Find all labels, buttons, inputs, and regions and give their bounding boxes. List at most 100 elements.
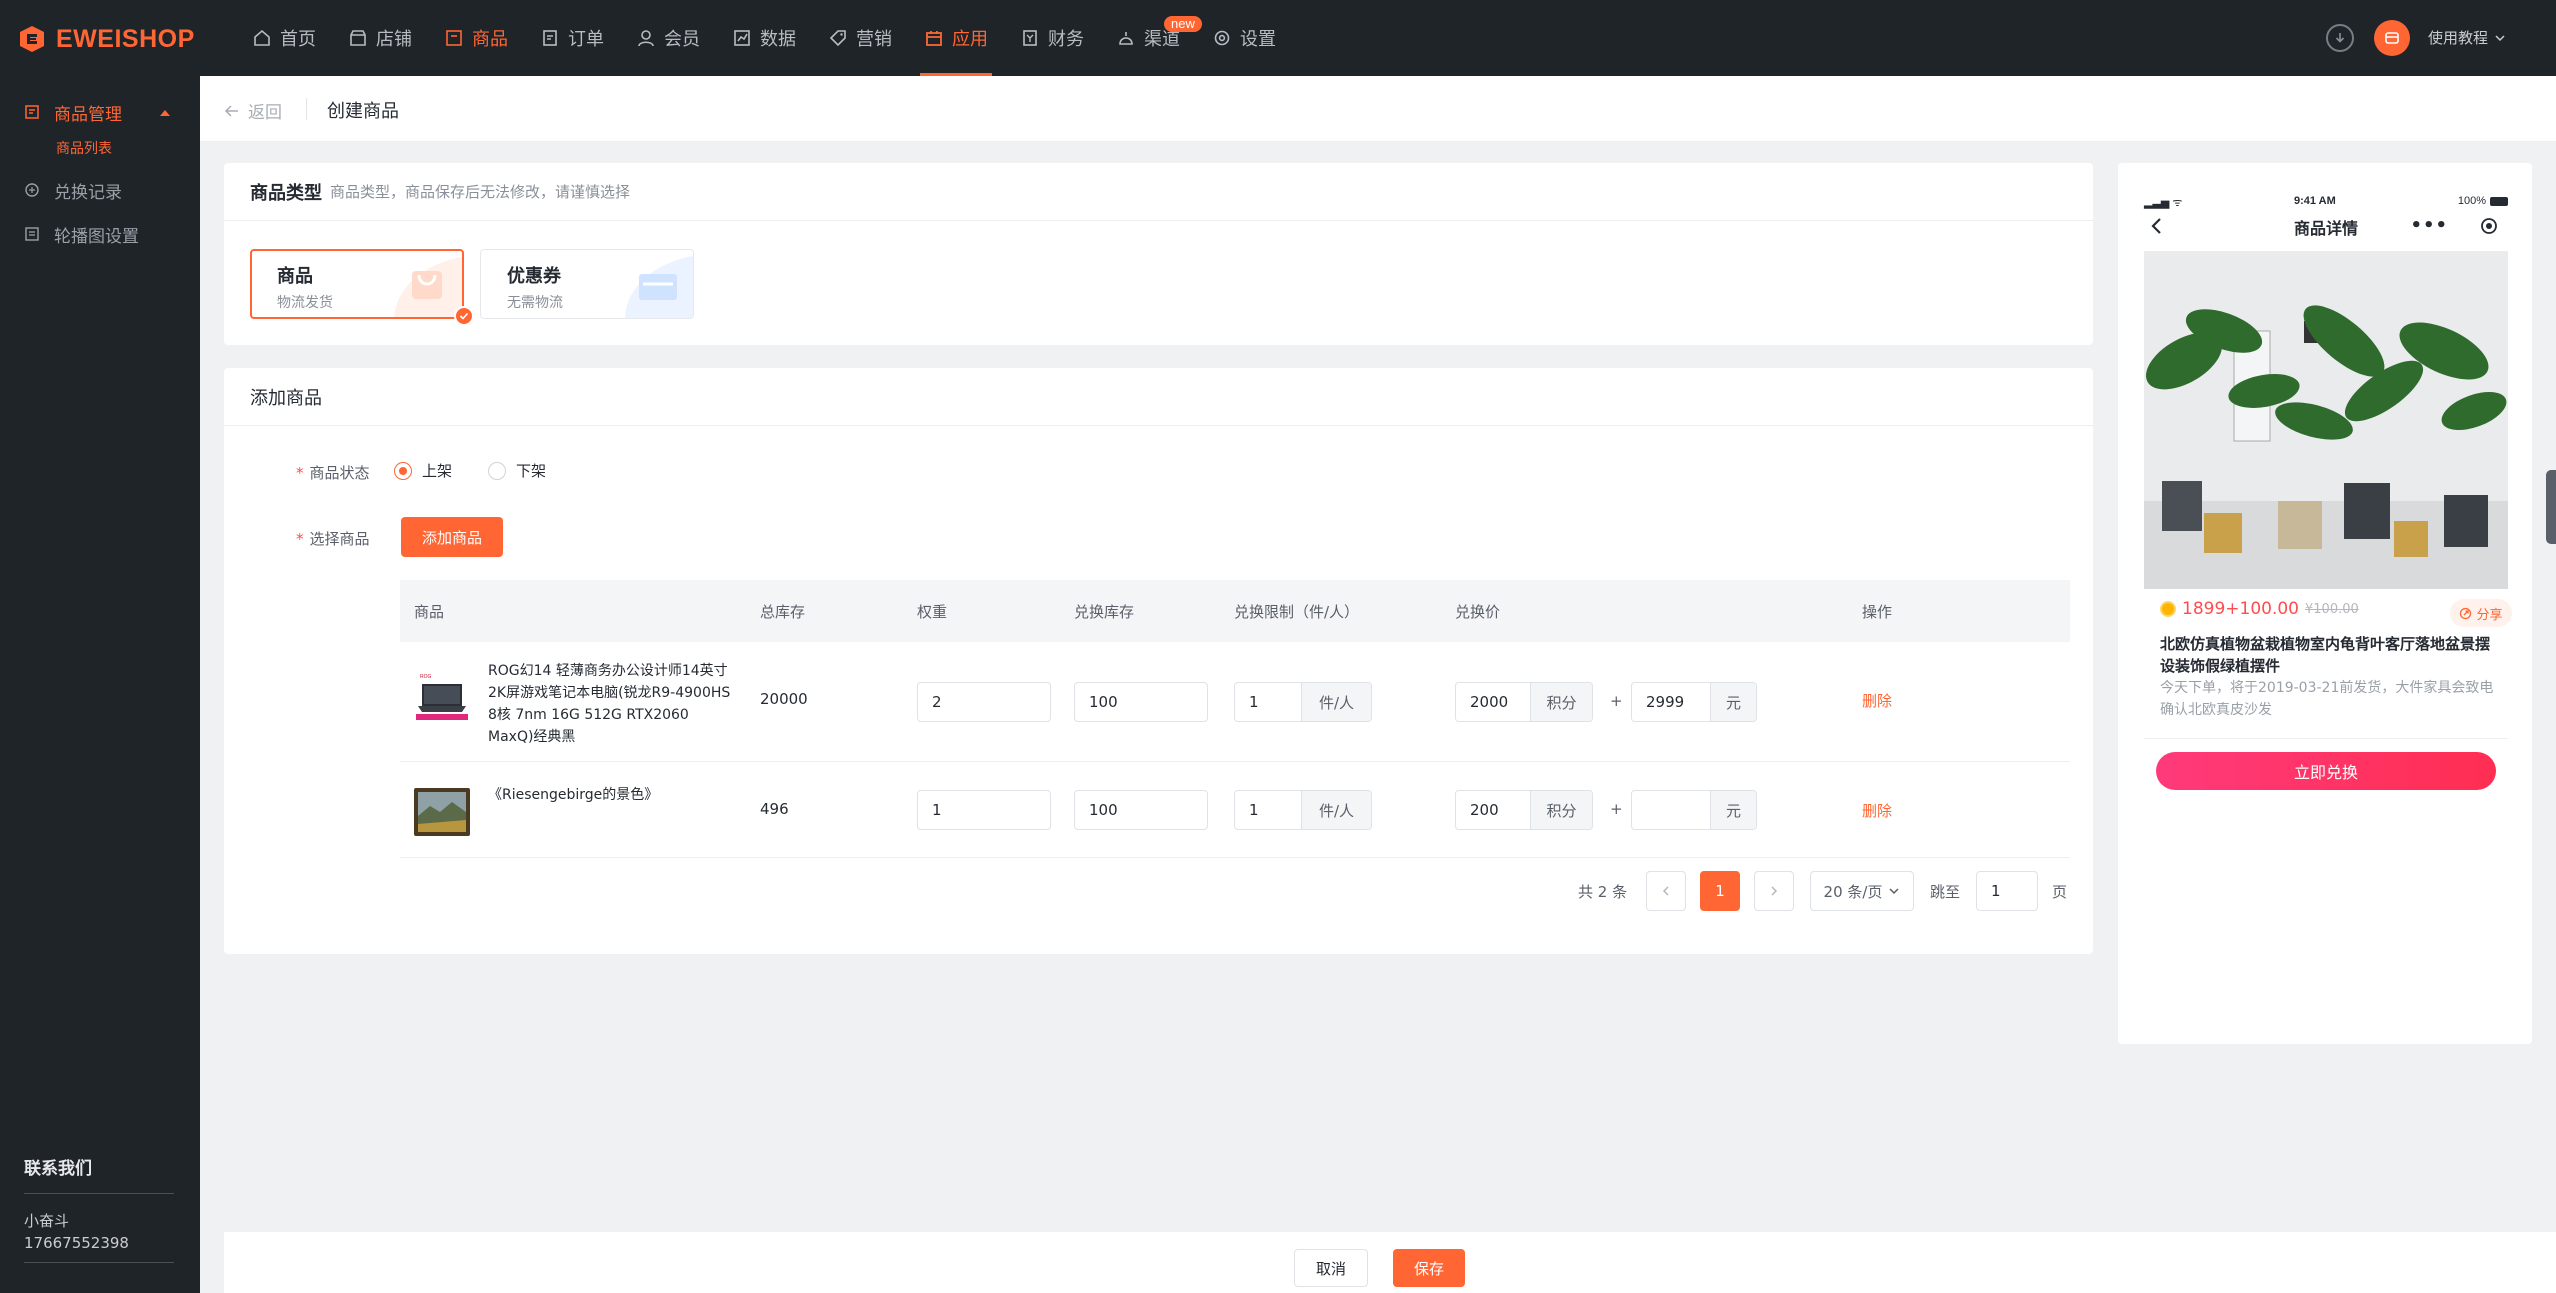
cash-value bbox=[1632, 791, 1710, 829]
settings-icon bbox=[1214, 30, 1230, 46]
page-header: 返回 创建商品 bbox=[200, 76, 2556, 142]
jump-page-input[interactable]: 1 bbox=[1976, 871, 2038, 911]
brand-logo[interactable]: EWEISHOP bbox=[16, 22, 195, 56]
nav-orders[interactable]: 订单 bbox=[524, 0, 620, 76]
battery-text: 100% bbox=[2457, 195, 2486, 207]
store-icon bbox=[350, 30, 366, 46]
footer-bar bbox=[224, 1232, 2556, 1293]
download-icon[interactable] bbox=[2326, 24, 2354, 52]
goods-table: 商品 总库存 权重 兑换库存 兑换限制（件/人） 兑换价 操作 ROG ROG幻… bbox=[400, 580, 2070, 858]
cash-input[interactable]: 元 bbox=[1631, 790, 1757, 830]
more-icon[interactable]: ••• bbox=[2410, 215, 2448, 236]
table-row: 《Riesengebirge的景色》 496 1 100 1 件/人 200 积… bbox=[400, 762, 2070, 858]
chevron-right-icon bbox=[1771, 886, 1778, 896]
limit-value: 1 bbox=[1235, 683, 1301, 721]
sidebar-item-label: 兑换记录 bbox=[54, 182, 122, 203]
limit-input[interactable]: 1 件/人 bbox=[1234, 682, 1372, 722]
points-input[interactable]: 2000 积分 bbox=[1455, 682, 1593, 722]
radio-off-shelf[interactable]: 下架 bbox=[488, 460, 546, 481]
exchange-stock-input[interactable]: 100 bbox=[1074, 790, 1208, 830]
nav-data[interactable]: 数据 bbox=[716, 0, 812, 76]
coin-icon bbox=[2160, 601, 2176, 617]
cash-value: 2999 bbox=[1632, 683, 1710, 721]
nav-label: 会员 bbox=[664, 29, 700, 50]
back-label: 返回 bbox=[248, 103, 282, 123]
back-button[interactable]: 返回 bbox=[224, 98, 282, 123]
add-goods-button[interactable]: 添加商品 bbox=[401, 517, 503, 557]
avatar[interactable] bbox=[2374, 20, 2410, 56]
type-option-coupon[interactable]: 优惠券 无需物流 bbox=[480, 249, 694, 319]
sidebar: 商品管理 商品列表 兑换记录 轮播图设置 联系我们 小奋斗 1766755239… bbox=[0, 76, 200, 1293]
app-icon bbox=[926, 31, 942, 46]
plus-sign: + bbox=[1610, 692, 1623, 710]
selected-check-icon bbox=[454, 306, 474, 326]
nav-apps[interactable]: 应用 bbox=[908, 0, 1004, 76]
contact-title: 联系我们 bbox=[24, 1154, 174, 1194]
plus-sign: + bbox=[1610, 800, 1623, 818]
cash-input[interactable]: 2999 元 bbox=[1631, 682, 1757, 722]
goods-type-header: 商品类型 商品类型，商品保存后无法修改，请谨慎选择 bbox=[224, 163, 2093, 221]
sidebar-item-label: 轮播图设置 bbox=[54, 226, 139, 247]
nav-channel[interactable]: 渠道 new bbox=[1100, 0, 1202, 76]
radio-circle bbox=[394, 461, 412, 480]
nav-finance[interactable]: 财务 bbox=[1004, 0, 1100, 76]
pagination-total: 共 2 条 bbox=[1578, 883, 1628, 901]
tutorial-menu[interactable]: 使用教程 bbox=[2428, 27, 2506, 48]
back-chevron-icon[interactable] bbox=[2150, 217, 2164, 239]
contact-name: 小奋斗 bbox=[24, 1212, 70, 1230]
delete-link[interactable]: 删除 bbox=[1862, 690, 1892, 711]
goods-icon bbox=[446, 30, 462, 46]
goods-stock: 20000 bbox=[760, 690, 808, 708]
shopping-bag-icon bbox=[394, 257, 462, 317]
painting-thumbnail bbox=[414, 788, 470, 836]
target-icon[interactable] bbox=[2480, 217, 2498, 239]
radio-label: 上架 bbox=[422, 462, 453, 480]
page-1-button[interactable]: 1 bbox=[1700, 871, 1740, 911]
battery-icon bbox=[2490, 196, 2508, 206]
nav-settings[interactable]: 设置 bbox=[1196, 0, 1292, 76]
prev-page-button[interactable] bbox=[1646, 871, 1686, 911]
share-label: 分享 bbox=[2476, 607, 2503, 623]
sidebar-item-goods-list[interactable]: 商品列表 bbox=[56, 138, 112, 158]
nav-members[interactable]: 会员 bbox=[620, 0, 716, 76]
delete-link[interactable]: 删除 bbox=[1862, 800, 1892, 821]
nav-label: 财务 bbox=[1048, 29, 1084, 50]
nav-store[interactable]: 店铺 bbox=[332, 0, 428, 76]
nav-goods[interactable]: 商品 bbox=[428, 0, 524, 76]
weight-input[interactable]: 1 bbox=[917, 790, 1051, 830]
nav-label: 应用 bbox=[952, 29, 988, 50]
redeem-button[interactable]: 立即兑换 bbox=[2156, 752, 2496, 790]
col-weight: 权重 bbox=[917, 603, 948, 621]
radio-label: 下架 bbox=[516, 462, 547, 480]
laptop-thumbnail: ROG bbox=[414, 668, 470, 724]
radio-on-shelf[interactable]: 上架 bbox=[394, 460, 452, 481]
share-button[interactable]: 分享 bbox=[2450, 599, 2512, 627]
add-goods-header: 添加商品 bbox=[224, 368, 2093, 426]
weight-value: 2 bbox=[932, 693, 942, 711]
nav-marketing[interactable]: 营销 bbox=[812, 0, 908, 76]
sidebar-item-exchange-records[interactable]: 兑换记录 bbox=[0, 170, 200, 210]
side-handle[interactable] bbox=[2546, 470, 2556, 544]
chevron-left-icon bbox=[1662, 886, 1669, 896]
product-name: 北欧仿真植物盆栽植物室内龟背叶客厅落地盆景摆设装饰假绿植摆件 bbox=[2160, 635, 2491, 675]
points-input[interactable]: 200 积分 bbox=[1455, 790, 1593, 830]
next-page-button[interactable] bbox=[1754, 871, 1794, 911]
nav-home[interactable]: 首页 bbox=[236, 0, 332, 76]
page-size-select[interactable]: 20 条/页 bbox=[1810, 871, 1914, 911]
sidebar-group-goods[interactable]: 商品管理 bbox=[0, 92, 200, 132]
exchange-stock-value: 100 bbox=[1089, 801, 1118, 819]
type-option-goods[interactable]: 商品 物流发货 bbox=[250, 249, 464, 319]
contact-block: 联系我们 小奋斗 17667552398 bbox=[24, 1154, 174, 1263]
product-desc: 今天下单，将于2019-03-21前发货，大件家具会致电确认北欧真皮沙发 bbox=[2160, 680, 2494, 718]
col-action: 操作 bbox=[1862, 603, 1893, 621]
sidebar-item-banner-settings[interactable]: 轮播图设置 bbox=[0, 214, 200, 254]
exchange-stock-input[interactable]: 100 bbox=[1074, 682, 1208, 722]
product-price: 1899+100.00 ¥100.00 bbox=[2160, 599, 2359, 619]
goods-manage-icon bbox=[25, 105, 39, 119]
cancel-button[interactable]: 取消 bbox=[1294, 1249, 1368, 1287]
save-button[interactable]: 保存 bbox=[1393, 1249, 1465, 1287]
weight-input[interactable]: 2 bbox=[917, 682, 1051, 722]
nav-label: 店铺 bbox=[376, 29, 412, 50]
limit-input[interactable]: 1 件/人 bbox=[1234, 790, 1372, 830]
required-mark: * bbox=[296, 530, 304, 548]
